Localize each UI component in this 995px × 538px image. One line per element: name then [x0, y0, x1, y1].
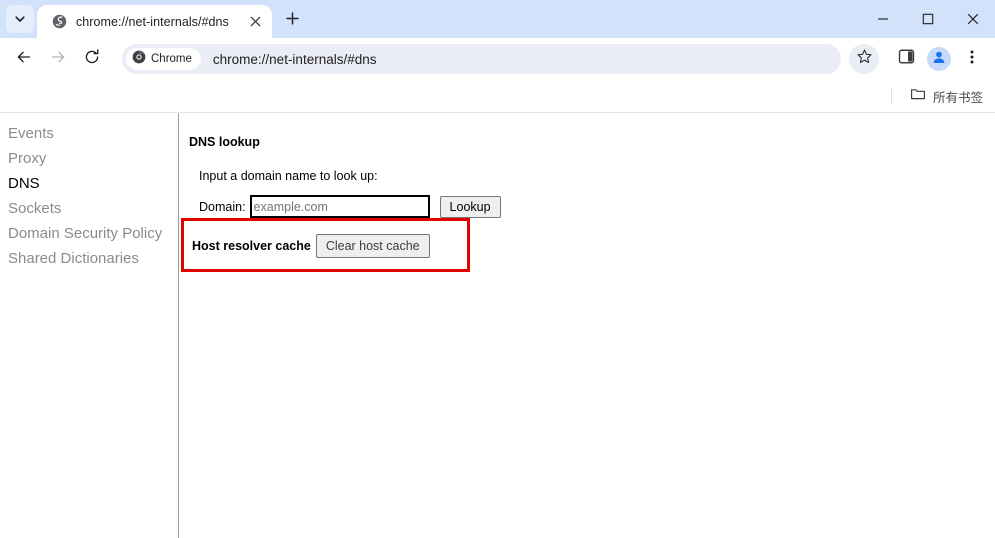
- domain-label: Domain:: [199, 199, 246, 214]
- new-tab-button[interactable]: [278, 7, 306, 35]
- side-panel-icon: [898, 48, 915, 70]
- tab-active[interactable]: chrome://net-internals/#dns: [37, 5, 272, 38]
- profile-avatar-icon: [931, 49, 947, 70]
- dns-lookup-hint: Input a domain name to look up:: [199, 169, 378, 183]
- all-bookmarks-button[interactable]: 所有书签: [904, 82, 989, 111]
- folder-icon: [910, 86, 926, 107]
- maximize-button[interactable]: [905, 0, 950, 38]
- window-controls: [860, 0, 995, 38]
- close-icon[interactable]: [245, 12, 265, 32]
- browser-toolbar: Chrome chrome://net-internals/#dns: [0, 38, 995, 80]
- arrow-right-icon: [49, 48, 67, 71]
- sidebar-item-shared-dictionaries[interactable]: Shared Dictionaries: [0, 246, 178, 271]
- dns-lookup-form: Domain: Lookup: [199, 195, 995, 218]
- side-panel-button[interactable]: [891, 44, 921, 74]
- reload-icon: [83, 48, 101, 71]
- arrow-left-icon: [15, 48, 33, 71]
- profile-button[interactable]: [927, 47, 951, 71]
- tab-search-button[interactable]: [6, 5, 34, 33]
- back-button[interactable]: [8, 43, 40, 75]
- reload-button[interactable]: [76, 43, 108, 75]
- sidebar-item-proxy[interactable]: Proxy: [0, 146, 178, 171]
- sidebar-item-sockets[interactable]: Sockets: [0, 196, 178, 221]
- three-dot-menu-icon: [964, 49, 980, 70]
- star-icon: [856, 48, 873, 70]
- sidebar-item-events[interactable]: Events: [0, 121, 178, 146]
- bookmarks-separator: [890, 88, 892, 104]
- lookup-button[interactable]: Lookup: [439, 195, 501, 218]
- address-bar[interactable]: Chrome chrome://net-internals/#dns: [122, 44, 841, 74]
- host-resolver-cache-highlight: Host resolver cache Clear host cache: [181, 218, 470, 272]
- all-bookmarks-label: 所有书签: [932, 90, 983, 105]
- tab-title: chrome://net-internals/#dns: [76, 14, 229, 29]
- dns-panel: DNS lookup Input a domain name to look u…: [179, 113, 995, 538]
- host-resolver-cache-row: Host resolver cache Clear host cache: [192, 234, 430, 258]
- chrome-page-chip[interactable]: Chrome: [126, 48, 201, 70]
- forward-button[interactable]: [42, 43, 74, 75]
- url-text: chrome://net-internals/#dns: [212, 51, 377, 67]
- net-internals-sidebar: Events Proxy DNS Sockets Domain Security…: [0, 113, 179, 538]
- sidebar-item-dns[interactable]: DNS: [0, 171, 178, 196]
- clear-host-cache-button[interactable]: Clear host cache: [315, 234, 430, 258]
- host-resolver-cache-label: Host resolver cache: [192, 239, 311, 253]
- bookmarks-bar: 所有书签: [0, 80, 995, 113]
- browser-window: chrome://net-internals/#dns Chrome chrom…: [0, 0, 995, 538]
- minimize-button[interactable]: [860, 0, 905, 38]
- page-body: Events Proxy DNS Sockets Domain Security…: [0, 113, 995, 538]
- close-window-button[interactable]: [950, 0, 995, 38]
- tab-strip: chrome://net-internals/#dns: [0, 0, 995, 38]
- browser-menu-button[interactable]: [957, 44, 987, 74]
- chrome-chip-label: Chrome: [151, 53, 192, 65]
- plus-icon: [285, 11, 300, 31]
- page-title: DNS lookup: [189, 135, 260, 149]
- chevron-down-icon: [13, 12, 27, 26]
- sidebar-item-domain-security-policy[interactable]: Domain Security Policy: [0, 221, 178, 246]
- bookmark-star-button[interactable]: [849, 44, 879, 74]
- globe-icon: [51, 14, 67, 30]
- chrome-logo-icon: [132, 50, 146, 69]
- domain-input[interactable]: [249, 195, 430, 218]
